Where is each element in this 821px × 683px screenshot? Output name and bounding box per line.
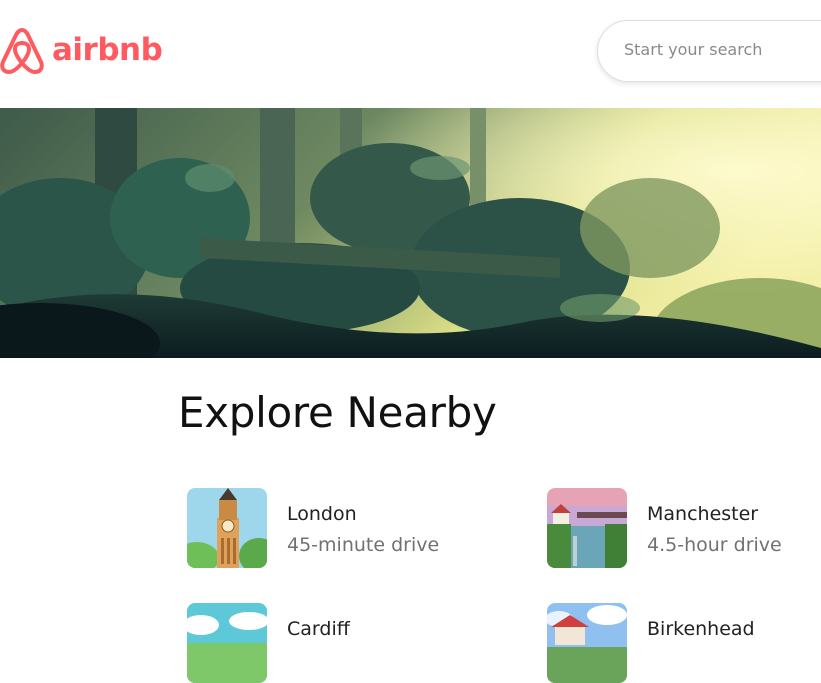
airbnb-belo-icon [0, 24, 44, 76]
search-input[interactable] [624, 40, 821, 59]
sky-clouds-illustration [187, 603, 267, 683]
big-ben-illustration [187, 488, 267, 568]
city-name: Birkenhead [647, 618, 755, 640]
brand-name: airbnb [52, 32, 163, 68]
header: airbnb [0, 0, 821, 108]
hero-banner [0, 108, 821, 358]
city-name: London [287, 503, 357, 525]
nearby-card-cardiff[interactable]: Cardiff [187, 603, 487, 683]
drive-time: 4.5-hour drive [647, 534, 782, 556]
airbnb-logo[interactable]: airbnb [0, 24, 163, 76]
explore-nearby-title: Explore Nearby [178, 388, 497, 437]
nearby-card-birkenhead[interactable]: Birkenhead [547, 603, 821, 683]
nearby-card-manchester[interactable]: Manchester 4.5-hour drive [547, 488, 821, 568]
forest-illustration [0, 108, 821, 358]
sky-house-illustration [547, 603, 627, 683]
canal-bridge-illustration [547, 488, 627, 568]
search-bar[interactable] [597, 20, 821, 82]
city-name: Cardiff [287, 618, 350, 640]
city-name: Manchester [647, 503, 759, 525]
nearby-card-london[interactable]: London 45-minute drive [187, 488, 487, 568]
drive-time: 45-minute drive [287, 534, 440, 556]
